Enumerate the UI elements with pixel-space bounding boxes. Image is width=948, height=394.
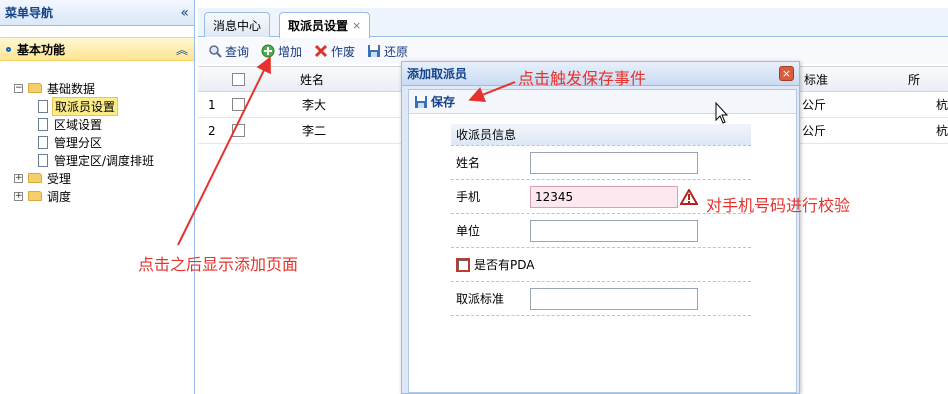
query-button[interactable]: 查询 — [208, 43, 249, 60]
tree-label: 调度 — [47, 189, 72, 204]
bullet-icon — [6, 46, 11, 52]
add-annotation: 点击之后显示添加页面 — [138, 255, 299, 274]
close-icon[interactable]: × — [779, 66, 794, 81]
menu-panel: 菜单导航 « 基本功能 ︽ − 基础数据 取派员设置 区域设置 管理分区 管理定… — [0, 0, 195, 394]
tab-message-center[interactable]: 消息中心 — [204, 12, 271, 37]
cell-standard: 公斤 — [802, 124, 827, 138]
cell-name: 李二 — [302, 124, 327, 138]
dialog-body: 保存 收派员信息 姓名 手机 单位 — [408, 89, 797, 393]
row-number: 2 — [208, 123, 216, 138]
add-button[interactable]: 增加 — [261, 43, 302, 60]
column-header-name[interactable]: 姓名 — [300, 67, 324, 91]
tab-courier-settings[interactable]: 取派员设置 × — [279, 12, 371, 38]
folder-icon — [28, 173, 42, 183]
tab-close-icon[interactable]: × — [352, 19, 361, 32]
form-row-unit: 单位 — [451, 214, 751, 248]
tree-label: 区域设置 — [54, 117, 103, 132]
floppy-icon — [414, 95, 428, 109]
tab-label: 取派员设置 — [288, 19, 349, 33]
cell-standard: 公斤 — [802, 98, 827, 112]
restore-button[interactable]: 还原 — [367, 43, 408, 60]
tree-label: 受理 — [47, 171, 72, 186]
tree-expand-icon[interactable]: + — [14, 191, 23, 201]
add-courier-dialog: 添加取派员 × 保存 收派员信息 姓名 手机 12345 单位 是否有PDA 取… — [401, 61, 800, 394]
row-checkbox[interactable] — [232, 118, 245, 143]
row-number: 1 — [208, 97, 216, 112]
cell-name: 李大 — [302, 98, 327, 112]
cross-icon — [314, 44, 328, 58]
tree-item-manage-fixed-areas[interactable]: 管理定区/调度排班 — [14, 151, 194, 169]
tree-item-region-settings[interactable]: 区域设置 — [14, 115, 194, 133]
tree-collapse-icon[interactable]: − — [14, 83, 23, 93]
delete-button[interactable]: 作废 — [314, 43, 355, 60]
save-button[interactable]: 保存 — [414, 93, 455, 110]
tree-item-manage-partitions[interactable]: 管理分区 — [14, 133, 194, 151]
select-all-checkbox[interactable] — [232, 67, 245, 91]
floppy-icon — [367, 44, 381, 58]
file-icon — [38, 135, 48, 149]
save-annotation: 点击触发保存事件 — [518, 69, 647, 88]
name-label: 姓名 — [456, 156, 481, 170]
tree-label: 取派员设置 — [52, 96, 119, 116]
tab-bar: 消息中心 取派员设置 × — [198, 8, 948, 38]
delete-label: 作废 — [331, 44, 356, 59]
menu-title: 菜单导航 — [5, 6, 54, 20]
form-row-standard: 取派标准 — [451, 282, 751, 316]
group-collapse-icon[interactable]: ︽ — [176, 41, 188, 58]
cell-org: 杭 — [936, 124, 948, 138]
column-header-standard[interactable]: 标准 — [804, 67, 828, 91]
unit-label: 单位 — [456, 224, 481, 238]
standard-input[interactable] — [530, 288, 698, 310]
restore-label: 还原 — [384, 44, 409, 59]
phone-label: 手机 — [456, 190, 481, 204]
query-label: 查询 — [225, 44, 250, 59]
menu-group-basic[interactable]: 基本功能 ︽ — [0, 37, 194, 61]
phone-input[interactable] — [530, 186, 678, 208]
courier-form: 收派员信息 姓名 手机 单位 是否有PDA — [451, 124, 751, 316]
file-icon — [38, 117, 48, 131]
standard-label: 取派标准 — [456, 292, 505, 306]
tree-item-courier-settings[interactable]: 取派员设置 — [14, 96, 194, 116]
pda-label: 是否有PDA — [474, 258, 535, 272]
row-checkbox[interactable] — [232, 92, 245, 117]
add-label: 增加 — [278, 44, 303, 59]
warning-icon — [679, 187, 699, 208]
add-icon — [261, 44, 275, 58]
form-row-pda: 是否有PDA — [451, 248, 751, 282]
tree-expand-icon[interactable]: + — [14, 173, 23, 183]
save-label: 保存 — [431, 95, 456, 109]
column-header-org[interactable]: 所 — [908, 67, 920, 91]
folder-icon — [28, 191, 42, 201]
form-caption: 收派员信息 — [451, 124, 751, 146]
menu-header: 菜单导航 « — [0, 0, 194, 26]
tree-label: 基础数据 — [47, 81, 96, 96]
tree-node-basic-data[interactable]: − 基础数据 — [14, 79, 194, 97]
form-row-name: 姓名 — [451, 146, 751, 180]
cell-org: 杭 — [936, 98, 948, 112]
collapse-menu-icon[interactable]: « — [180, 5, 189, 21]
tree-label: 管理定区/调度排班 — [54, 153, 155, 168]
name-input[interactable] — [530, 152, 698, 174]
file-icon — [38, 99, 48, 113]
file-icon — [38, 153, 48, 167]
menu-group-label: 基本功能 — [17, 42, 66, 57]
pda-checkbox[interactable] — [456, 257, 470, 272]
menu-tree: − 基础数据 取派员设置 区域设置 管理分区 管理定区/调度排班 + 受理 + — [0, 61, 194, 205]
tree-node-dispatch[interactable]: + 调度 — [14, 187, 194, 205]
tree-label: 管理分区 — [54, 135, 103, 150]
phone-annotation: 对手机号码进行校验 — [706, 196, 851, 215]
dialog-toolbar: 保存 — [409, 90, 796, 114]
tab-label: 消息中心 — [213, 18, 262, 33]
search-icon — [208, 44, 222, 58]
tree-node-acceptance[interactable]: + 受理 — [14, 169, 194, 187]
pda-option[interactable]: 是否有PDA — [451, 256, 534, 273]
folder-icon — [28, 83, 42, 93]
unit-input[interactable] — [530, 220, 698, 242]
